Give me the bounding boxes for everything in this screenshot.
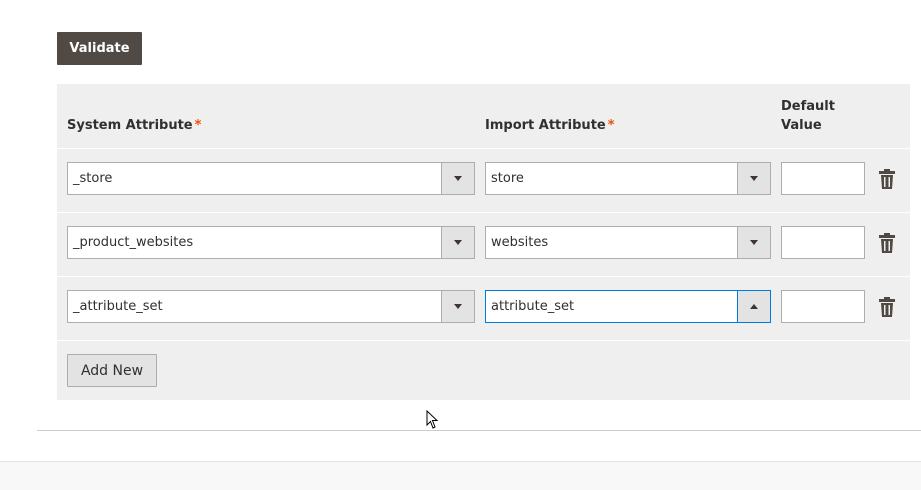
import-attribute-value: attribute_set — [491, 299, 575, 314]
row-divider — [57, 148, 910, 149]
row-divider — [57, 340, 910, 341]
header-system-attribute-label: System Attribute — [67, 118, 193, 133]
import-attribute-select[interactable]: websites — [485, 226, 771, 259]
trash-icon[interactable] — [879, 297, 895, 317]
chevron-down-icon[interactable] — [737, 227, 770, 258]
required-marker: * — [194, 118, 202, 133]
section-divider — [37, 430, 921, 431]
header-default-value: Default Value — [781, 99, 835, 133]
system-attribute-value: _product_websites — [73, 235, 194, 250]
add-new-button[interactable]: Add New — [67, 354, 157, 387]
import-attribute-value: websites — [491, 235, 549, 250]
row-divider — [57, 276, 910, 277]
system-attribute-value: _attribute_set — [73, 299, 163, 314]
validate-button[interactable]: Validate — [57, 32, 142, 65]
chevron-down-icon[interactable] — [441, 291, 474, 322]
chevron-down-icon[interactable] — [441, 163, 474, 194]
default-value-input[interactable] — [781, 226, 865, 259]
system-attribute-select[interactable]: _store — [67, 162, 475, 195]
import-attribute-select[interactable]: store — [485, 162, 771, 195]
import-attribute-select[interactable]: attribute_set — [485, 290, 771, 323]
page-footer-band — [0, 461, 921, 490]
attribute-mapping-table: System Attribute * Import Attribute * Defa… — [57, 84, 910, 400]
trash-icon[interactable] — [879, 233, 895, 253]
chevron-down-icon[interactable] — [737, 163, 770, 194]
chevron-up-icon[interactable] — [737, 291, 770, 322]
system-attribute-value: _store — [73, 171, 113, 186]
system-attribute-select[interactable]: _attribute_set — [67, 290, 475, 323]
cursor-arrow-icon — [426, 410, 439, 429]
default-value-input[interactable] — [781, 290, 865, 323]
header-import-attribute: Import Attribute * — [485, 116, 615, 135]
system-attribute-select[interactable]: _product_websites — [67, 226, 475, 259]
header-import-attribute-label: Import Attribute — [485, 118, 606, 133]
trash-icon[interactable] — [879, 169, 895, 189]
row-divider — [57, 212, 910, 213]
default-value-input[interactable] — [781, 162, 865, 195]
header-system-attribute: System Attribute * — [67, 116, 201, 135]
import-attribute-value: store — [491, 171, 524, 186]
chevron-down-icon[interactable] — [441, 227, 474, 258]
required-marker: * — [607, 118, 615, 133]
